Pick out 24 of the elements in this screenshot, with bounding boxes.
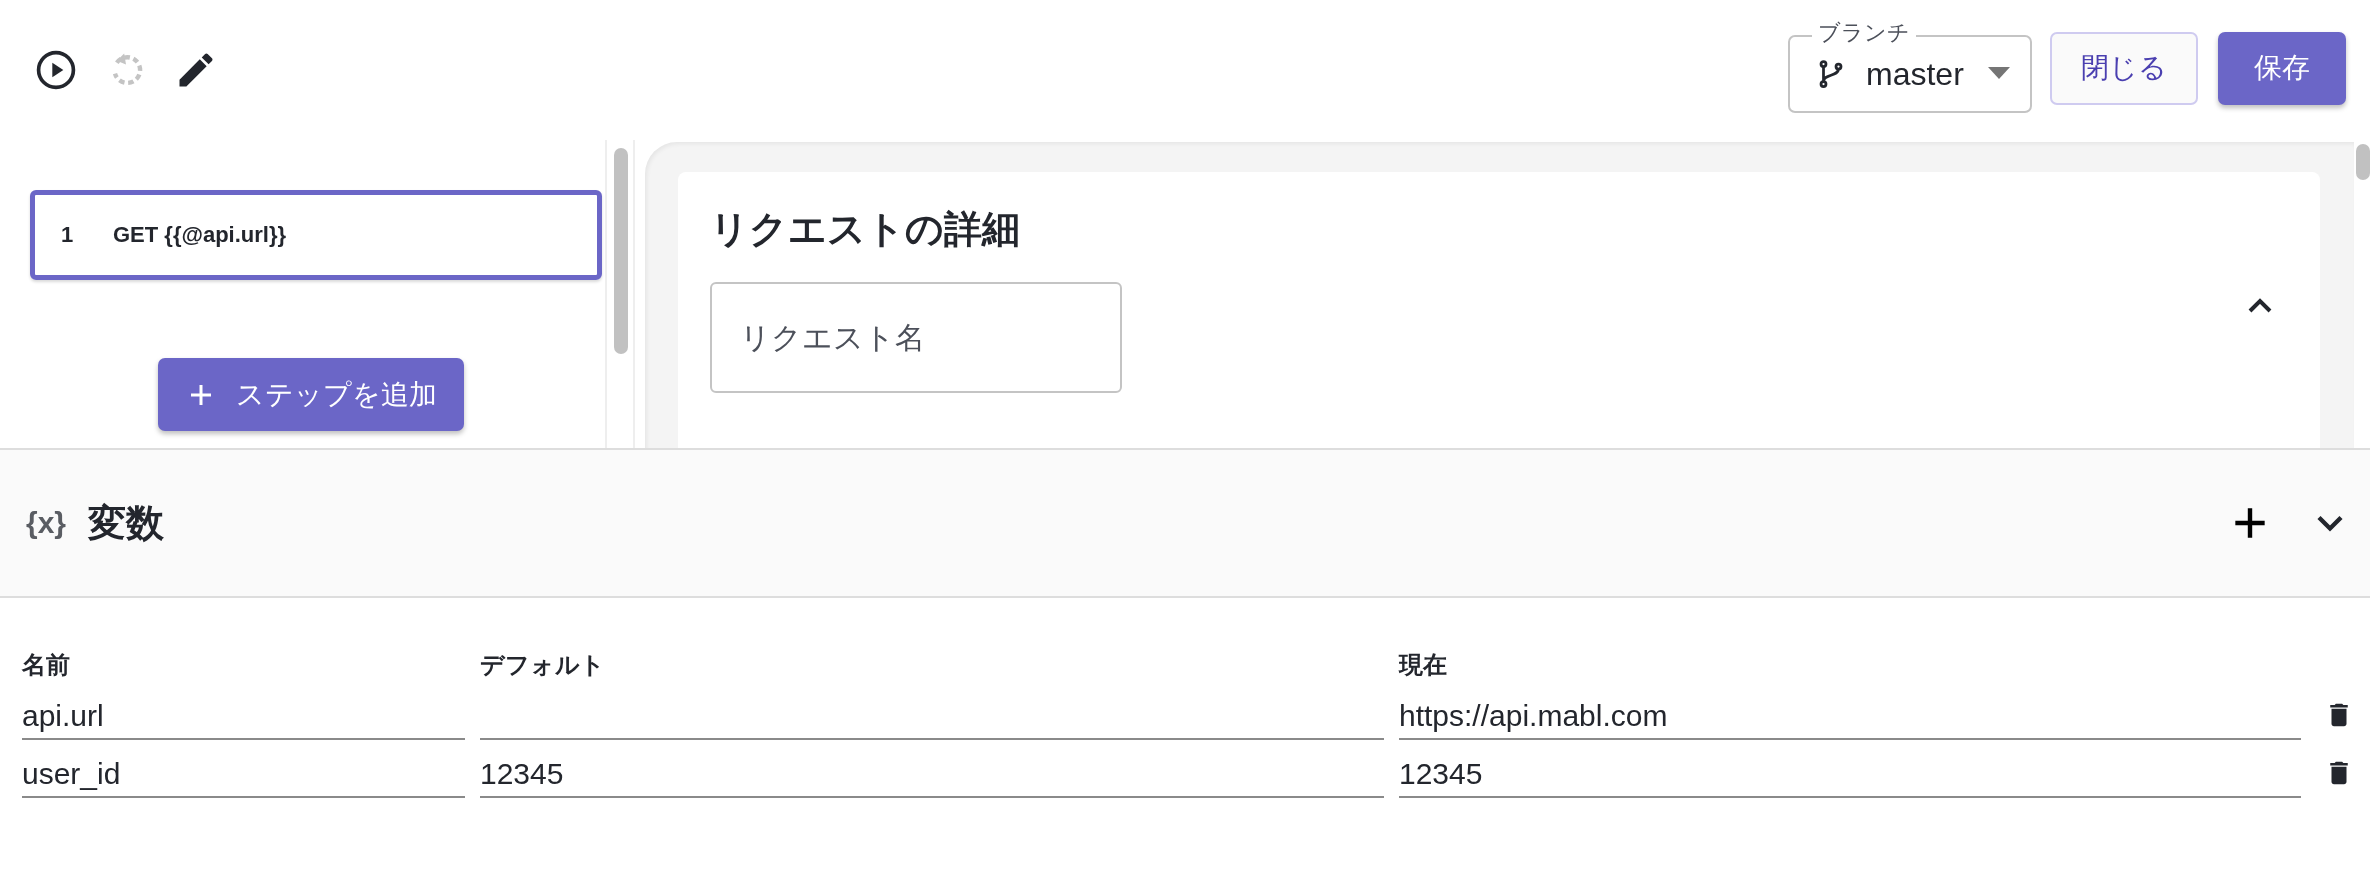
current-field[interactable]: https://api.mabl.com xyxy=(1399,682,2301,740)
column-header: 名前 xyxy=(22,650,71,680)
name-field[interactable]: user_id xyxy=(22,740,465,798)
current-field[interactable]: 12345 xyxy=(1399,740,2301,798)
default-field[interactable]: 12345 xyxy=(480,740,1384,798)
scrollbar-thumb[interactable] xyxy=(614,148,628,354)
save-button[interactable]: 保存 xyxy=(2218,31,2346,105)
request-name-field[interactable]: リクエスト名 xyxy=(710,282,1122,393)
caret-icon xyxy=(1988,67,2010,81)
close-button[interactable]: 閉じる xyxy=(2050,31,2198,105)
branch-value: master xyxy=(1866,55,1965,93)
variables-title: 変数 xyxy=(88,500,165,546)
step-number: 1 xyxy=(61,222,75,248)
card-title: リクエストの詳細 xyxy=(710,207,1021,252)
play-icon xyxy=(34,48,78,92)
name-field[interactable]: api.url xyxy=(22,682,465,740)
add-step-button[interactable]: ステップを追加 xyxy=(158,358,464,431)
scrollbar-thumb[interactable] xyxy=(2356,144,2370,180)
step-item[interactable]: 1 GET {{@api.url}} xyxy=(30,190,602,280)
column-header: 現在 xyxy=(1399,650,1448,680)
run-button[interactable] xyxy=(34,48,78,92)
variables-icon: {x} xyxy=(26,506,67,540)
column-header: デフォルト xyxy=(480,650,606,680)
step-label: GET {{@api.url}} xyxy=(113,222,287,248)
